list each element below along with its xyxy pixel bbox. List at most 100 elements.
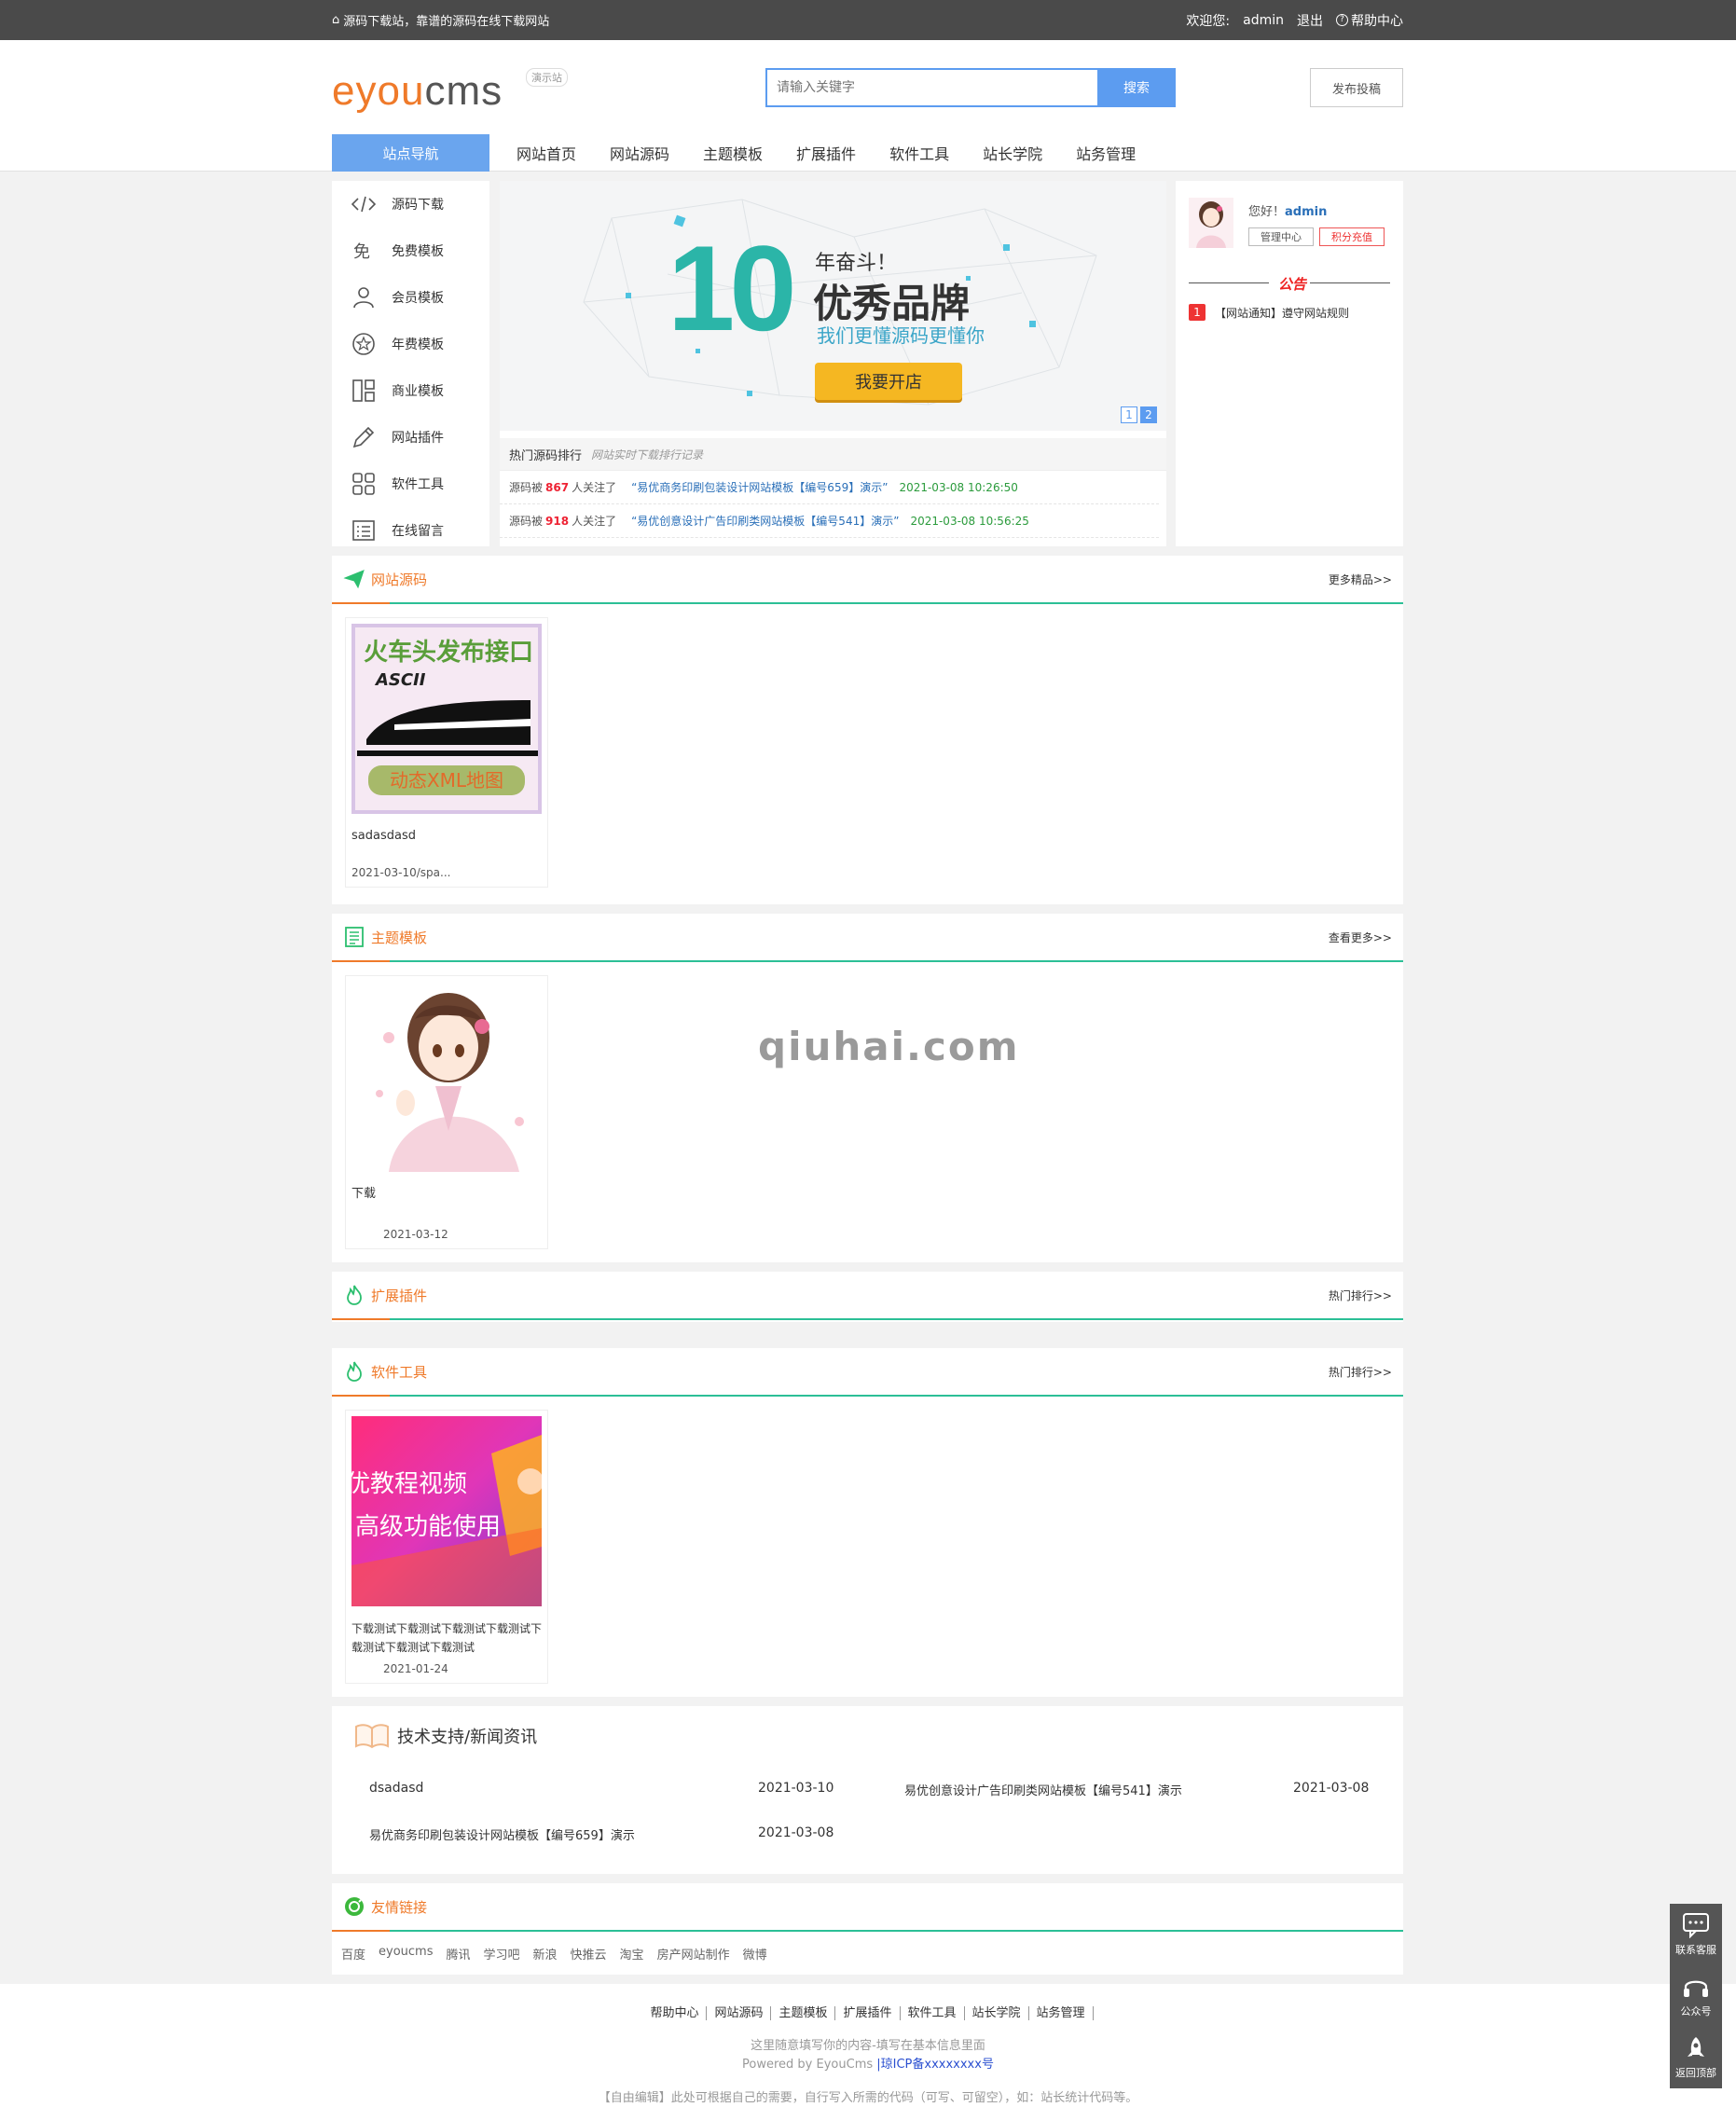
avatar[interactable] — [1189, 198, 1233, 248]
nav-admin[interactable]: 站务管理 — [1059, 142, 1152, 164]
banner-line3: 我们更懂源码更懂你 — [817, 324, 985, 347]
logo-tag: 演示站 — [526, 68, 568, 87]
side-item-message[interactable]: 在线留言 — [332, 507, 489, 554]
more-link[interactable]: 热门排行>> — [1329, 1288, 1392, 1303]
section-plugin: 扩展插件 热门排行>> — [332, 1272, 1403, 1322]
search-button[interactable]: 搜索 — [1097, 68, 1176, 107]
site-logo[interactable]: eyoucms — [332, 68, 503, 115]
section-title: 扩展插件 — [371, 1287, 428, 1304]
paper-plane-icon — [343, 570, 365, 589]
anime-girl-illustration — [351, 982, 542, 1172]
wechat-account-button[interactable]: 公众号 — [1670, 1965, 1722, 2027]
home-icon: ⌂ — [332, 13, 340, 27]
section-theme: 主题模板 查看更多>> 下载 2021-03-12 — [332, 914, 1403, 1262]
site-nav-title[interactable]: 站点导航 — [332, 134, 489, 172]
contact-service-button[interactable]: 联系客服 — [1670, 1904, 1722, 1965]
headset-icon — [1684, 1980, 1708, 1997]
banner-big-number: 10 — [668, 220, 797, 356]
svg-text:免: 免 — [353, 242, 370, 262]
friend-link[interactable]: 学习吧 — [484, 1945, 520, 1962]
product-card[interactable]: 优教程视频 高级功能使用 下载测试下载测试下载测试下载测试下载测试下载测试下载测… — [345, 1410, 548, 1684]
nav-theme[interactable]: 主题模板 — [686, 142, 779, 164]
search-input[interactable] — [765, 68, 1097, 107]
avatar-girl-illustration — [1189, 198, 1233, 248]
product-name: sadasdasd — [351, 829, 416, 843]
free-icon: 免 — [353, 242, 370, 262]
user-name-link[interactable]: admin — [1285, 205, 1327, 219]
side-menu: 源码下载 免 免费模板 会员模板 年费模板 商业模板 网站插件 软件工具 在线留 — [332, 181, 489, 546]
section-header: 网站源码 更多精品>> — [332, 556, 1403, 604]
friend-link[interactable]: 房产网站制作 — [657, 1945, 730, 1962]
notice-divider: 公告 — [1189, 274, 1390, 293]
side-item-site-plugin[interactable]: 网站插件 — [332, 414, 489, 461]
float-toolbar: 联系客服 公众号 返回顶部 — [1670, 1904, 1722, 2088]
footer-link[interactable]: 站务管理 — [1028, 2006, 1094, 2020]
banner-open-shop-button[interactable]: 我要开店 — [815, 363, 962, 400]
star-badge-icon — [352, 333, 375, 355]
product-date: 2021-01-24 — [383, 1662, 448, 1675]
nav-tools[interactable]: 软件工具 — [873, 142, 966, 164]
friend-link[interactable]: 百度 — [341, 1945, 365, 1962]
footer-link[interactable]: 主题模板 — [771, 2006, 836, 2020]
friend-link[interactable]: 淘宝 — [620, 1945, 644, 1962]
section-title: 友情链接 — [371, 1898, 428, 1916]
help-link[interactable]: ? 帮助中心 — [1336, 11, 1403, 30]
news-item[interactable]: dsadasd — [369, 1781, 423, 1796]
more-link[interactable]: 更多精品>> — [1329, 572, 1392, 587]
side-item-member-template[interactable]: 会员模板 — [332, 274, 489, 321]
product-thumbnail: 火车头发布接口 ASCII 动态XML地图 — [351, 624, 542, 814]
banner-page-2[interactable]: 2 — [1140, 406, 1157, 423]
more-link[interactable]: 查看更多>> — [1329, 930, 1392, 945]
news-item[interactable]: 易优商务印刷包装设计网站模板【编号659】演示 — [369, 1825, 635, 1843]
icp-link[interactable]: |琼ICP备xxxxxxxx号 — [876, 2058, 994, 2072]
recharge-button[interactable]: 积分充值 — [1319, 227, 1385, 246]
layout-icon — [352, 379, 375, 402]
more-link[interactable]: 热门排行>> — [1329, 1364, 1392, 1380]
friend-link[interactable]: 微博 — [743, 1945, 767, 1962]
code-icon — [351, 196, 377, 213]
friend-link[interactable]: 快推云 — [571, 1945, 607, 1962]
hot-ranking-item[interactable]: 源码被 918 人关注了 “易优创意设计广告印刷类网站模板【编号541】演示” … — [500, 504, 1159, 538]
publish-button[interactable]: 发布投稿 — [1310, 68, 1403, 107]
footer-link[interactable]: 帮助中心 — [642, 2006, 708, 2020]
chat-icon — [1683, 1913, 1709, 1938]
side-item-free-template[interactable]: 免 免费模板 — [332, 227, 489, 274]
footer-info: 这里随意填写你的内容-填写在基本信息里面 Powered by EyouCms … — [742, 2039, 994, 2072]
section-source: 网站源码 更多精品>> 火车头发布接口 ASCII 动态XML地图 sadasd… — [332, 556, 1403, 904]
footer-link[interactable]: 网站源码 — [707, 2006, 772, 2020]
side-item-business-template[interactable]: 商业模板 — [332, 367, 489, 414]
nav-source[interactable]: 网站源码 — [593, 142, 686, 164]
news-item[interactable]: 易优创意设计广告印刷类网站模板【编号541】演示 — [904, 1781, 1182, 1798]
manage-center-button[interactable]: 管理中心 — [1248, 227, 1314, 246]
side-item-annual-template[interactable]: 年费模板 — [332, 321, 489, 367]
section-title: 网站源码 — [371, 571, 428, 588]
footer-link[interactable]: 站长学院 — [964, 2006, 1029, 2020]
logout-link[interactable]: 退出 — [1297, 11, 1323, 30]
product-card[interactable]: 下载 2021-03-12 — [345, 975, 548, 1249]
side-item-source-download[interactable]: 源码下载 — [332, 181, 489, 227]
news-date: 2021-03-10 — [758, 1781, 834, 1796]
friend-link[interactable]: 腾讯 — [446, 1945, 470, 1962]
back-to-top-button[interactable]: 返回顶部 — [1670, 2027, 1722, 2088]
footer-link[interactable]: 软件工具 — [900, 2006, 965, 2020]
flame-icon — [347, 1361, 362, 1382]
welcome-label: 欢迎您: — [1186, 13, 1231, 29]
news-title: 技术支持/新闻资讯 — [397, 1728, 538, 1747]
nav-plugin[interactable]: 扩展插件 — [779, 142, 873, 164]
product-date: 2021-03-12 — [383, 1228, 448, 1241]
hot-ranking-item[interactable]: 源码被 867 人关注了 “易优商务印刷包装设计网站模板【编号659】演示” 2… — [500, 471, 1159, 504]
nav-academy[interactable]: 站长学院 — [966, 142, 1059, 164]
side-item-software-tools[interactable]: 软件工具 — [332, 461, 489, 507]
friend-link[interactable]: eyoucms — [379, 1945, 433, 1962]
friend-link[interactable]: 新浪 — [533, 1945, 558, 1962]
user-link[interactable]: admin — [1243, 13, 1284, 28]
banner-box: 10 年奋斗！ 优秀品牌 我们更懂源码更懂你 我要开店 1 2 热门源码排行 网… — [500, 181, 1166, 546]
section-title: 软件工具 — [371, 1363, 428, 1381]
banner-page-1[interactable]: 1 — [1121, 406, 1137, 423]
product-card[interactable]: 火车头发布接口 ASCII 动态XML地图 sadasdasd 2021-03-… — [345, 617, 548, 888]
banner-slide[interactable]: 10 年奋斗！ 优秀品牌 我们更懂源码更懂你 我要开店 1 2 — [500, 181, 1166, 431]
notice-item[interactable]: 1 【网站通知】遵守网站规则 — [1189, 304, 1349, 321]
footer-link[interactable]: 扩展插件 — [835, 2006, 901, 2020]
nav-home[interactable]: 网站首页 — [500, 142, 593, 164]
powered-by: Powered by EyouCms — [742, 2058, 874, 2072]
